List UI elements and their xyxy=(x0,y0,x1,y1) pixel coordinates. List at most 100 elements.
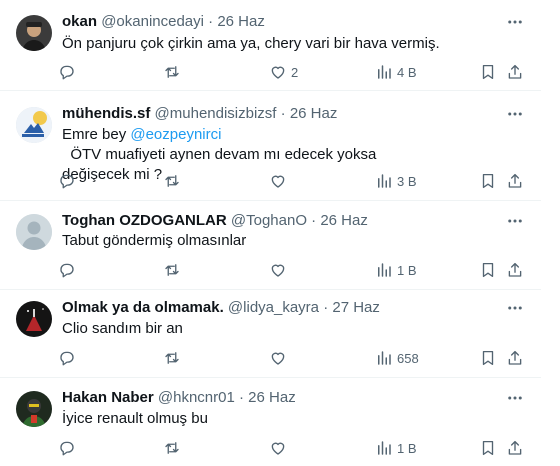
display-name[interactable]: okan xyxy=(62,13,97,30)
share-button[interactable] xyxy=(506,171,524,191)
avatar[interactable] xyxy=(16,391,52,427)
reply-button[interactable] xyxy=(58,438,76,458)
share-icon xyxy=(506,172,524,190)
user-handle[interactable]: @okanincedayi xyxy=(101,13,204,30)
bookmark-button[interactable] xyxy=(479,62,497,82)
share-button[interactable] xyxy=(506,62,524,82)
reply-icon xyxy=(58,172,76,190)
bookmark-button[interactable] xyxy=(479,348,497,368)
retweet-button[interactable] xyxy=(163,348,181,368)
text-segment: ÖTV muafiyeti aynen devam mı edecek yoks… xyxy=(62,146,377,163)
bookmark-button[interactable] xyxy=(479,438,497,458)
display-name[interactable]: Hakan Naber xyxy=(62,389,154,406)
retweet-button[interactable] xyxy=(163,260,181,280)
tweet[interactable]: mühendis.sf @muhendisizbizsf · 26 Haz Em… xyxy=(0,91,541,201)
reply-button[interactable] xyxy=(58,62,76,82)
bookmark-icon xyxy=(479,172,497,190)
reply-button[interactable] xyxy=(58,260,76,280)
views-button[interactable]: 4 B xyxy=(375,62,417,82)
tweet-text: Clio sandım bir an xyxy=(62,320,183,337)
retweet-icon xyxy=(163,439,181,457)
views-button[interactable]: 1 B xyxy=(375,438,417,458)
like-button[interactable] xyxy=(269,438,287,458)
like-icon xyxy=(269,172,287,190)
display-name[interactable]: mühendis.sf xyxy=(62,105,150,122)
more-icon[interactable] xyxy=(505,211,525,231)
separator-dot: · xyxy=(311,212,317,229)
tweet-date[interactable]: 26 Haz xyxy=(290,105,338,122)
retweet-button[interactable] xyxy=(163,438,181,458)
avatar[interactable] xyxy=(16,214,52,250)
separator-dot: · xyxy=(323,299,329,316)
tweet[interactable]: Hakan Naber @hkncnr01 · 26 Haz İyice ren… xyxy=(0,378,541,466)
like-button[interactable] xyxy=(269,171,287,191)
like-icon xyxy=(269,349,287,367)
user-handle[interactable]: @ToghanO xyxy=(231,212,307,229)
more-icon[interactable] xyxy=(505,298,525,318)
user-handle[interactable]: @muhendisizbizsf xyxy=(155,105,277,122)
more-icon[interactable] xyxy=(505,388,525,408)
views-icon xyxy=(375,172,393,190)
tweet-text-line: Emre bey @eozpeynirci ÖTV muafiyeti ayne… xyxy=(62,125,501,165)
share-button[interactable] xyxy=(506,348,524,368)
views-button[interactable]: 658 xyxy=(375,348,419,368)
reply-icon xyxy=(58,63,76,81)
retweet-icon xyxy=(163,63,181,81)
avatar[interactable] xyxy=(16,301,52,337)
tweet-date[interactable]: 26 Haz xyxy=(320,212,368,229)
share-button[interactable] xyxy=(506,438,524,458)
reply-icon xyxy=(58,439,76,457)
bookmark-icon xyxy=(479,349,497,367)
views-icon xyxy=(375,349,393,367)
like-button[interactable] xyxy=(269,348,287,368)
share-icon xyxy=(506,349,524,367)
retweet-button[interactable] xyxy=(163,62,181,82)
more-icon[interactable] xyxy=(505,12,525,32)
share-button[interactable] xyxy=(506,260,524,280)
share-icon xyxy=(506,63,524,81)
views-button[interactable]: 1 B xyxy=(375,260,417,280)
like-icon xyxy=(269,261,287,279)
view-count: 1 B xyxy=(397,440,417,456)
separator-dot: · xyxy=(280,105,286,122)
views-icon xyxy=(375,439,393,457)
like-button[interactable]: 2 xyxy=(269,62,298,82)
views-icon xyxy=(375,261,393,279)
display-name[interactable]: Toghan OZDOGANLAR xyxy=(62,212,227,229)
avatar[interactable] xyxy=(16,15,52,51)
share-icon xyxy=(506,439,524,457)
tweet-header: Toghan OZDOGANLAR @ToghanO · 26 Haz xyxy=(62,211,501,231)
like-icon xyxy=(269,63,287,81)
user-handle[interactable]: @hkncnr01 xyxy=(158,389,235,406)
tweet-text: Ön panjuru çok çirkin ama ya, chery vari… xyxy=(62,35,440,52)
views-button[interactable]: 3 B xyxy=(375,171,417,191)
retweet-button[interactable] xyxy=(163,171,181,191)
bookmark-button[interactable] xyxy=(479,260,497,280)
tweet[interactable]: okan @okanincedayi · 26 Haz Ön panjuru ç… xyxy=(0,0,541,91)
retweet-icon xyxy=(163,261,181,279)
avatar[interactable] xyxy=(16,107,52,143)
tweet-date[interactable]: 27 Haz xyxy=(332,299,380,316)
tweet-actions: 658 xyxy=(58,348,528,368)
tweet-date[interactable]: 26 Haz xyxy=(248,389,296,406)
view-count: 1 B xyxy=(397,262,417,278)
more-icon[interactable] xyxy=(505,104,525,124)
tweet-text: İyice renault olmuş bu xyxy=(62,410,208,427)
bookmark-button[interactable] xyxy=(479,171,497,191)
like-icon xyxy=(269,439,287,457)
retweet-icon xyxy=(163,349,181,367)
reply-button[interactable] xyxy=(58,171,76,191)
tweet-date[interactable]: 26 Haz xyxy=(217,13,265,30)
like-button[interactable] xyxy=(269,260,287,280)
user-handle[interactable]: @lidya_kayra xyxy=(228,299,319,316)
tweet-actions: 2 4 B xyxy=(58,62,528,82)
tweet[interactable]: Olmak ya da olmamak. @lidya_kayra · 27 H… xyxy=(0,290,541,378)
bookmark-icon xyxy=(479,439,497,457)
display-name[interactable]: Olmak ya da olmamak. xyxy=(62,299,224,316)
reply-button[interactable] xyxy=(58,348,76,368)
tweet-header: Olmak ya da olmamak. @lidya_kayra · 27 H… xyxy=(62,298,501,318)
mention-link[interactable]: @eozpeynirci xyxy=(130,126,221,143)
tweet[interactable]: Toghan OZDOGANLAR @ToghanO · 26 Haz Tabu… xyxy=(0,201,541,290)
text-segment: Emre bey xyxy=(62,126,131,143)
separator-dot: · xyxy=(208,13,214,30)
